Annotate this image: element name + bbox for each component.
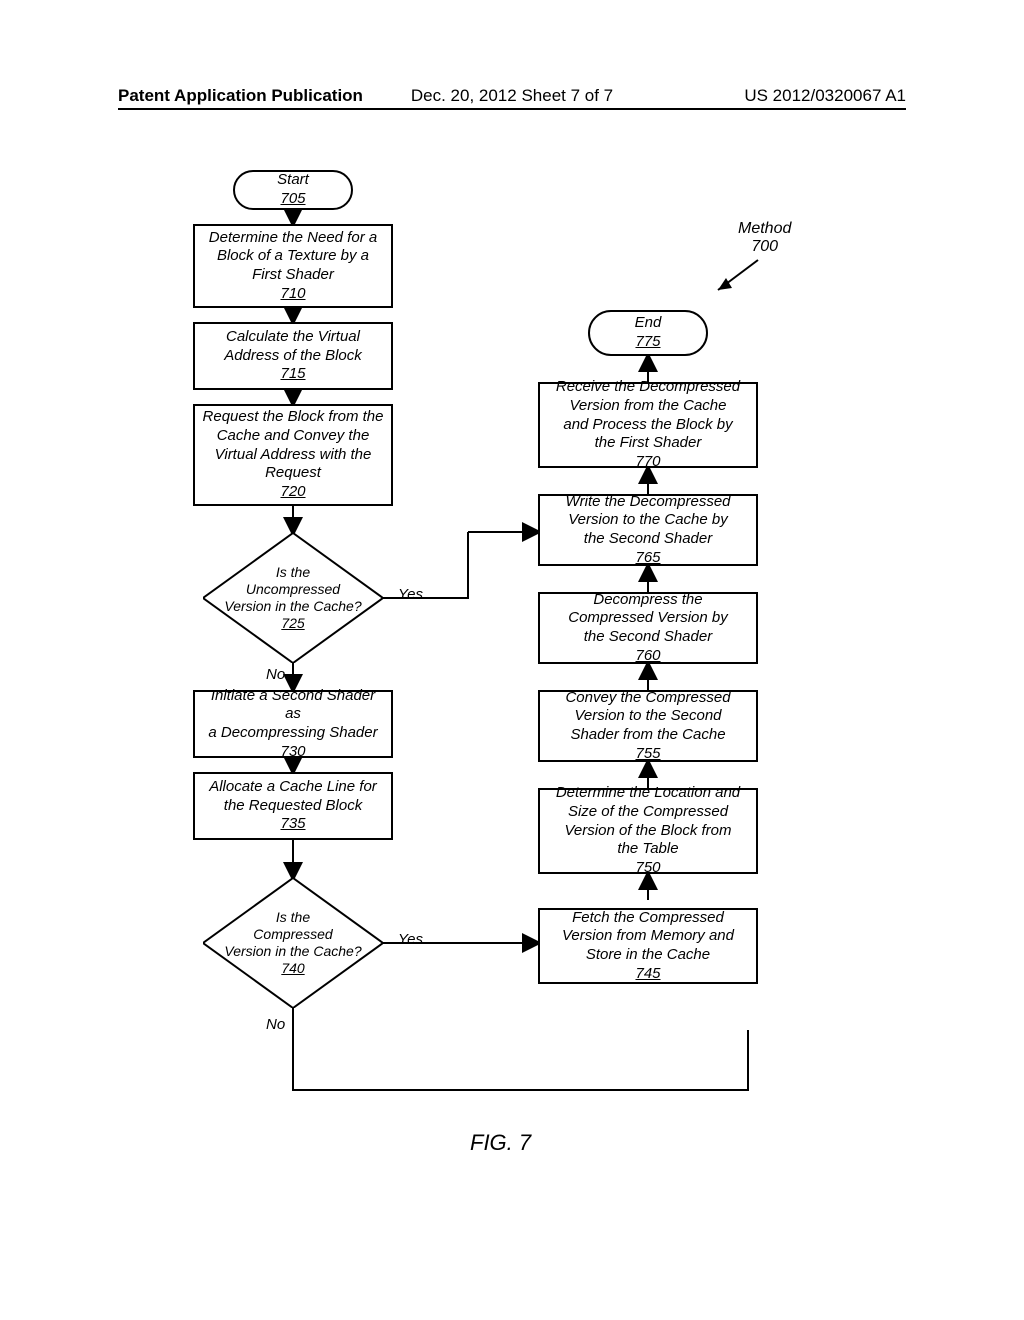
node-ref: 735: [280, 815, 305, 834]
node-730: Initiate a Second Shader asa Decompressi…: [193, 690, 393, 758]
node-text: End: [635, 314, 662, 333]
flowchart: Method 700 Start 705 Determine the Need …: [118, 160, 908, 1160]
node-ref: 760: [635, 647, 660, 666]
decision-text: Is theUncompressedVersion in the Cache?: [224, 564, 361, 614]
node-text: Initiate a Second Shader asa Decompressi…: [201, 687, 385, 743]
decision-ref: 740: [281, 960, 304, 977]
decision-740: Is theCompressedVersion in the Cache? 74…: [203, 878, 383, 1008]
node-ref: 705: [280, 190, 305, 209]
decision-text: Is theCompressedVersion in the Cache?: [224, 909, 361, 959]
node-text: Convey the CompressedVersion to the Seco…: [565, 689, 730, 745]
node-755: Convey the CompressedVersion to the Seco…: [538, 690, 758, 762]
label-no-725: No: [266, 666, 285, 683]
header-left: Patent Application Publication: [118, 86, 363, 106]
node-745: Fetch the CompressedVersion from Memory …: [538, 908, 758, 984]
node-text: Determine the Location andSize of the Co…: [556, 784, 740, 859]
node-start: Start 705: [233, 170, 353, 210]
node-text: Request the Block from theCache and Conv…: [203, 408, 384, 483]
node-765: Write the DecompressedVersion to the Cac…: [538, 494, 758, 566]
node-ref: 755: [635, 745, 660, 764]
node-text: Determine the Need for aBlock of a Textu…: [209, 229, 377, 285]
method-ref: 700: [738, 238, 791, 256]
node-770: Receive the DecompressedVersion from the…: [538, 382, 758, 468]
node-720: Request the Block from theCache and Conv…: [193, 404, 393, 506]
node-end: End 775: [588, 310, 708, 356]
node-ref: 715: [280, 365, 305, 384]
label-no-740: No: [266, 1016, 285, 1033]
node-715: Calculate the VirtualAddress of the Bloc…: [193, 322, 393, 390]
node-text: Start: [277, 171, 309, 190]
node-ref: 750: [635, 859, 660, 878]
header-rule: [118, 108, 906, 110]
header-right: US 2012/0320067 A1: [744, 86, 906, 106]
node-735: Allocate a Cache Line forthe Requested B…: [193, 772, 393, 840]
node-ref: 720: [280, 483, 305, 502]
node-710: Determine the Need for aBlock of a Textu…: [193, 224, 393, 308]
node-ref: 710: [280, 285, 305, 304]
node-text: Allocate a Cache Line forthe Requested B…: [209, 778, 377, 816]
decision-ref: 725: [281, 615, 304, 632]
method-text: Method: [738, 220, 791, 238]
node-text: Decompress theCompressed Version bythe S…: [568, 591, 728, 647]
node-ref: 730: [280, 743, 305, 762]
node-text: Write the DecompressedVersion to the Cac…: [565, 493, 730, 549]
node-ref: 765: [635, 549, 660, 568]
figure-label: FIG. 7: [470, 1130, 531, 1156]
node-750: Determine the Location andSize of the Co…: [538, 788, 758, 874]
header-center: Dec. 20, 2012 Sheet 7 of 7: [411, 86, 613, 106]
node-ref: 775: [635, 333, 660, 352]
decision-725: Is theUncompressedVersion in the Cache? …: [203, 533, 383, 663]
label-yes-725: Yes: [398, 586, 423, 603]
node-760: Decompress theCompressed Version bythe S…: [538, 592, 758, 664]
method-label: Method 700: [738, 220, 791, 256]
node-ref: 770: [635, 453, 660, 472]
node-text: Fetch the CompressedVersion from Memory …: [562, 909, 734, 965]
page-header: Patent Application Publication Dec. 20, …: [118, 86, 906, 106]
label-yes-740: Yes: [398, 931, 423, 948]
node-text: Receive the DecompressedVersion from the…: [556, 378, 740, 453]
node-text: Calculate the VirtualAddress of the Bloc…: [224, 328, 362, 366]
node-ref: 745: [635, 965, 660, 984]
